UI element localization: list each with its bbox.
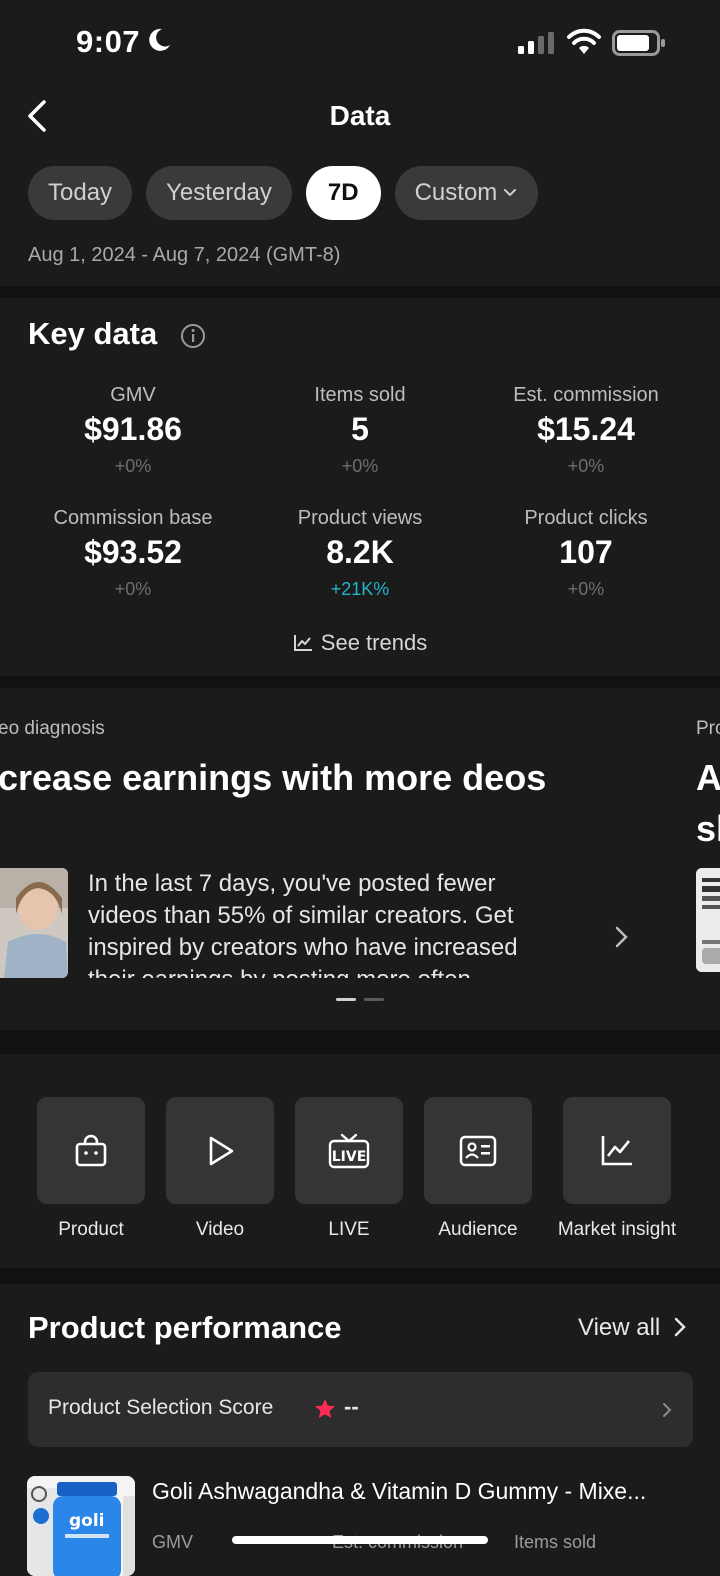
- diagnosis-label: eo diagnosis: [0, 718, 105, 739]
- see-trends-label: See trends: [320, 630, 428, 655]
- key-data-title: Key data: [28, 316, 158, 351]
- view-all-link[interactable]: View all: [578, 1314, 687, 1342]
- info-icon[interactable]: [180, 323, 206, 349]
- metric-label: GMV: [110, 384, 156, 406]
- tool-tile: LIVE: [295, 1097, 403, 1204]
- pagination-dot: [364, 998, 384, 1001]
- column-items-sold: Items sold: [514, 1532, 597, 1552]
- product-name[interactable]: Goli Ashwagandha & Vitamin D Gummy - Mix…: [152, 1478, 692, 1505]
- chevron-right-icon[interactable]: [612, 924, 630, 950]
- diagnosis-title: crease earnings with more deos: [0, 757, 547, 798]
- metric-value: 5: [351, 411, 369, 447]
- next-card-title-line: sl: [696, 808, 720, 849]
- metric-label: Product clicks: [524, 507, 648, 529]
- date-filter-tabs: Today Yesterday 7D Custom: [28, 166, 539, 220]
- signal-icon: [518, 32, 554, 54]
- id-card-icon: [459, 1135, 497, 1166]
- next-card-product-image: [696, 868, 720, 972]
- live-tv-icon: LIVE: [328, 1133, 370, 1168]
- carousel-pagination: [336, 998, 384, 1001]
- metric-label: Product views: [297, 507, 423, 529]
- pagination-dot: [336, 998, 356, 1001]
- metric-value: $93.52: [84, 534, 182, 570]
- view-all-label: View all: [578, 1314, 661, 1341]
- metric-value: $91.86: [84, 411, 182, 447]
- star-icon: [315, 1399, 335, 1418]
- metric-delta: +0%: [567, 579, 605, 599]
- svg-text:goli: goli: [69, 1511, 105, 1531]
- metric-label: Est. commission: [513, 384, 659, 406]
- metric-value: $15.24: [537, 411, 635, 447]
- filter-today[interactable]: Today: [28, 166, 133, 220]
- score-value: --: [344, 1394, 359, 1419]
- metric-est-commission[interactable]: Est. commission $15.24 +0%: [466, 384, 706, 477]
- tool-audience[interactable]: Audience: [424, 1097, 532, 1240]
- metric-delta: +0%: [114, 579, 152, 599]
- metric-label: Commission base: [53, 507, 213, 529]
- moon-icon: [149, 28, 170, 51]
- tool-label: Market insight: [557, 1219, 677, 1240]
- tool-live[interactable]: LIVE LIVE: [295, 1097, 403, 1240]
- metric-delta: +0%: [341, 456, 379, 476]
- metric-commission-base[interactable]: Commission base $93.52 +0%: [13, 507, 253, 600]
- tool-product[interactable]: Product: [37, 1097, 145, 1240]
- metric-delta: +0%: [567, 456, 605, 476]
- next-card-title-line: A: [696, 757, 720, 798]
- filter-custom-label: Custom: [414, 179, 498, 206]
- svg-text:LIVE: LIVE: [332, 1149, 367, 1165]
- tool-tile: [563, 1097, 671, 1204]
- page-title: Data: [329, 100, 391, 131]
- chevron-right-icon: [663, 1403, 672, 1417]
- filter-7d-label: 7D: [327, 179, 359, 206]
- metric-product-views[interactable]: Product views 8.2K +21K%: [240, 507, 480, 600]
- metric-delta: +0%: [114, 456, 152, 476]
- product-selection-score-bar[interactable]: Product Selection Score --: [28, 1372, 693, 1447]
- tool-tile: [166, 1097, 274, 1204]
- chevron-down-icon: [504, 189, 517, 197]
- home-indicator[interactable]: [232, 1536, 488, 1544]
- metric-label: Items sold: [314, 384, 406, 406]
- next-card-title[interactable]: A sl: [696, 752, 720, 854]
- section-divider: [0, 286, 720, 298]
- metric-gmv[interactable]: GMV $91.86 +0%: [13, 384, 253, 477]
- tool-market-insight[interactable]: Market insight: [558, 1097, 676, 1240]
- tool-tile: [424, 1097, 532, 1204]
- trend-chart-icon: [293, 635, 312, 651]
- play-icon: [209, 1136, 234, 1165]
- see-trends-link[interactable]: See trends: [0, 630, 720, 656]
- wifi-icon: [567, 28, 601, 54]
- metric-items-sold[interactable]: Items sold 5 +0%: [240, 384, 480, 477]
- date-range: Aug 1, 2024 - Aug 7, 2024 (GMT-8): [28, 244, 341, 266]
- tool-tile: [37, 1097, 145, 1204]
- diagnosis-description: In the last 7 days, you've posted fewer …: [88, 870, 518, 978]
- product-thumbnail: goli: [27, 1476, 135, 1576]
- battery-icon: [612, 30, 665, 56]
- metric-value: 107: [559, 534, 613, 570]
- section-divider: [0, 676, 720, 688]
- metric-delta: +21K%: [330, 579, 390, 599]
- score-label: Product Selection Score: [48, 1396, 274, 1419]
- filter-yesterday[interactable]: Yesterday: [146, 166, 292, 220]
- metric-product-clicks[interactable]: Product clicks 107 +0%: [466, 507, 706, 600]
- next-card-label: Pro: [696, 718, 720, 739]
- section-divider: [0, 1268, 720, 1284]
- column-gmv: GMV: [152, 1532, 194, 1552]
- filter-today-label: Today: [48, 179, 113, 206]
- section-divider: [0, 1030, 720, 1054]
- tool-video[interactable]: Video: [166, 1097, 274, 1240]
- chart-line-icon: [601, 1135, 632, 1165]
- filter-7d[interactable]: 7D: [305, 166, 381, 220]
- chevron-right-icon: [674, 1317, 686, 1337]
- status-time: 9:07: [76, 24, 141, 59]
- product-performance-title: Product performance: [28, 1310, 342, 1345]
- metric-value: 8.2K: [326, 534, 394, 570]
- filter-custom[interactable]: Custom: [394, 166, 539, 220]
- filter-yesterday-label: Yesterday: [166, 179, 272, 206]
- shopping-bag-icon: [75, 1134, 107, 1166]
- creator-thumbnail: [0, 868, 68, 978]
